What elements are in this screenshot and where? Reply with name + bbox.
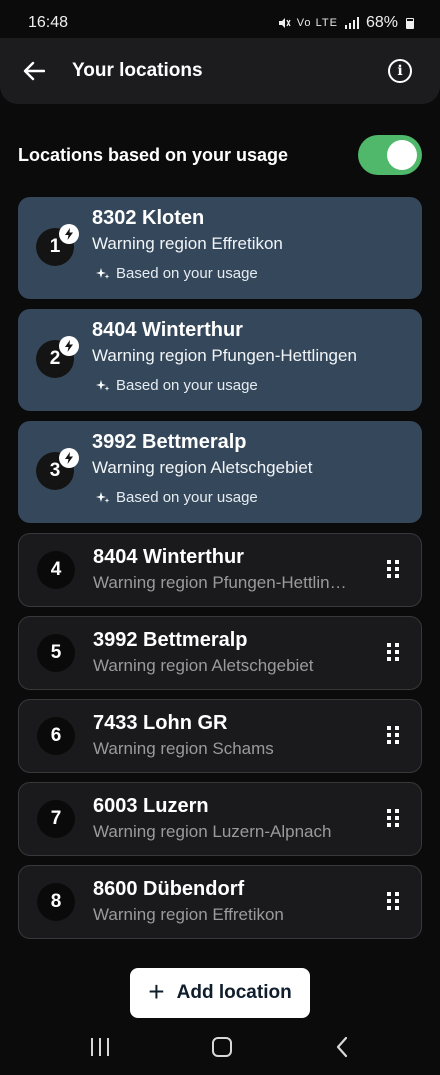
status-time: 16:48 xyxy=(28,14,69,31)
drag-handle-icon[interactable] xyxy=(387,560,399,580)
location-region: Warning region Effretikon xyxy=(93,905,284,924)
auto-location-card[interactable]: 2 8404 Winterthur Warning region Pfungen… xyxy=(18,309,422,411)
location-region: Warning region Pfungen-Hettlingen xyxy=(93,573,355,592)
location-title: 3992 Bettmeralp xyxy=(92,431,247,453)
sparkle-icon xyxy=(96,379,110,391)
add-location-button[interactable]: + Add location xyxy=(130,968,310,1018)
location-title: 8600 Dübendorf xyxy=(93,878,245,900)
home-icon[interactable] xyxy=(211,1036,232,1057)
based-on-usage-label: Based on your usage xyxy=(116,489,258,506)
location-title: 3992 Bettmeralp xyxy=(93,629,248,651)
battery-text: 68% xyxy=(365,14,398,31)
mute-icon xyxy=(278,18,291,28)
location-number: 8 xyxy=(37,883,75,921)
page-title: Your locations xyxy=(72,60,203,81)
based-on-usage-label: Based on your usage xyxy=(116,377,258,394)
drag-handle-icon[interactable] xyxy=(387,643,399,663)
arrow-left-icon xyxy=(23,61,45,81)
auto-location-card[interactable]: 1 8302 Kloten Warning region Effretikon … xyxy=(18,197,422,299)
saved-location-card[interactable]: 7 6003 Luzern Warning region Luzern-Alpn… xyxy=(18,782,422,856)
location-region: Warning region Aletschgebiet xyxy=(92,458,313,477)
location-number: 7 xyxy=(37,800,75,838)
saved-location-card[interactable]: 6 7433 Lohn GR Warning region Schams xyxy=(18,699,422,773)
app-bar: Your locations i xyxy=(0,38,440,104)
system-nav-bar xyxy=(0,1018,440,1075)
bolt-icon xyxy=(59,336,79,356)
location-title: 8302 Kloten xyxy=(92,207,205,229)
drag-handle-icon[interactable] xyxy=(387,726,399,746)
sparkle-icon xyxy=(96,491,110,503)
saved-location-card[interactable]: 8 8600 Dübendorf Warning region Effretik… xyxy=(18,865,422,939)
location-region: Warning region Aletschgebiet xyxy=(93,656,314,675)
bolt-icon xyxy=(59,448,79,468)
based-on-usage: Based on your usage xyxy=(96,377,258,394)
network-icon: Vo LTE xyxy=(296,17,338,29)
location-region: Warning region Schams xyxy=(93,739,274,758)
location-title: 7433 Lohn GR xyxy=(93,712,228,734)
plus-icon: + xyxy=(148,975,165,1007)
location-number: 6 xyxy=(37,717,75,755)
bolt-icon xyxy=(59,224,79,244)
usage-toggle-label: Locations based on your usage xyxy=(18,144,289,165)
info-icon[interactable]: i xyxy=(388,59,412,83)
sparkle-icon xyxy=(96,267,110,279)
location-number: 4 xyxy=(37,551,75,589)
saved-location-card[interactable]: 4 8404 Winterthur Warning region Pfungen… xyxy=(18,533,422,607)
saved-location-card[interactable]: 5 3992 Bettmeralp Warning region Aletsch… xyxy=(18,616,422,690)
location-region: Warning region Effretikon xyxy=(92,234,283,253)
drag-handle-icon[interactable] xyxy=(387,809,399,829)
based-on-usage-label: Based on your usage xyxy=(116,265,258,282)
recent-apps-icon[interactable] xyxy=(91,1037,110,1056)
based-on-usage: Based on your usage xyxy=(96,489,258,506)
auto-location-card[interactable]: 3 3992 Bettmeralp Warning region Aletsch… xyxy=(18,421,422,523)
location-number: 5 xyxy=(37,634,75,672)
add-location-label: Add location xyxy=(176,982,292,1003)
location-title: 8404 Winterthur xyxy=(93,546,244,568)
signal-icon xyxy=(344,17,359,29)
location-region: Warning region Pfungen-Hettlingen xyxy=(92,346,357,365)
location-title: 6003 Luzern xyxy=(93,795,209,817)
usage-toggle-row: Locations based on your usage xyxy=(18,134,422,176)
based-on-usage: Based on your usage xyxy=(96,265,258,282)
location-region: Warning region Luzern-Alpnach xyxy=(93,822,332,841)
back-nav-icon[interactable] xyxy=(335,1036,349,1058)
usage-toggle[interactable] xyxy=(358,135,422,175)
drag-handle-icon[interactable] xyxy=(387,892,399,912)
battery-icon xyxy=(406,17,414,29)
status-icons-group: Vo LTE 68% xyxy=(277,14,414,32)
back-button[interactable] xyxy=(18,55,50,87)
location-title: 8404 Winterthur xyxy=(92,319,243,341)
toggle-knob xyxy=(387,140,417,170)
